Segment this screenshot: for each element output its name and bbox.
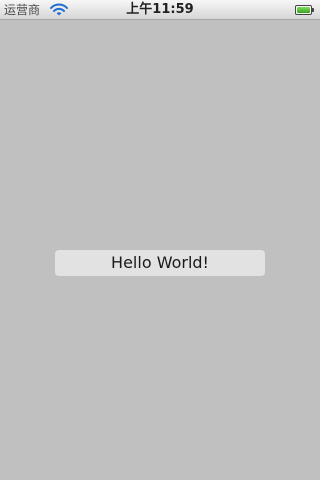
status-bar: 运营商 上午11:59 [0, 0, 320, 20]
hello-world-button[interactable]: Hello World! [55, 250, 265, 276]
status-time: 上午11:59 [126, 2, 194, 17]
battery-icon [295, 5, 315, 15]
